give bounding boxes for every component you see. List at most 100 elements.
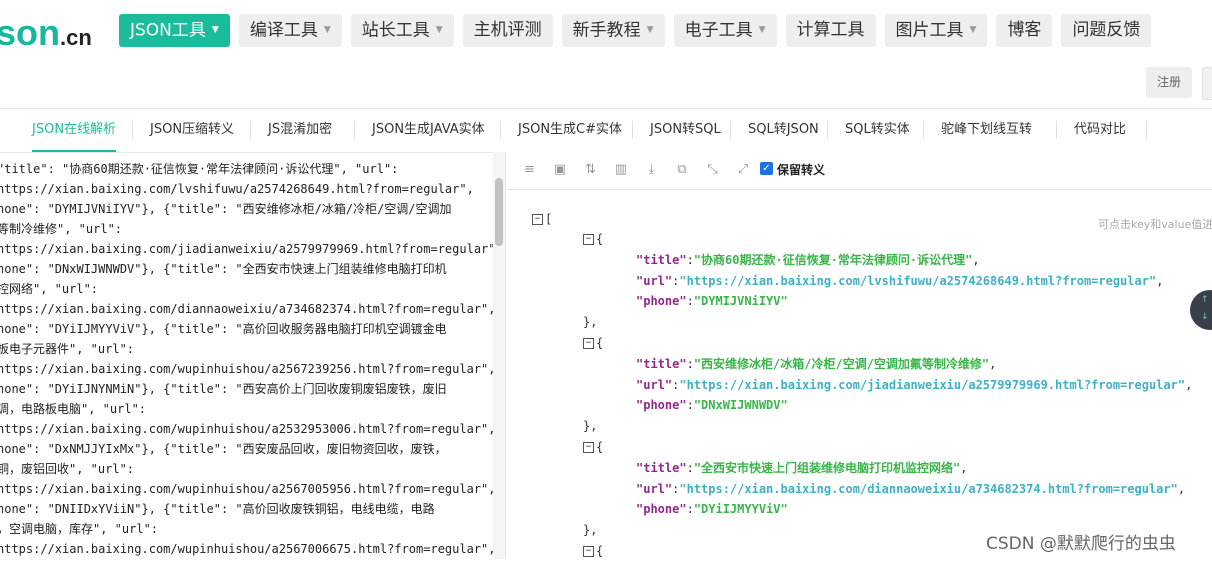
raw-line: 控网络", "url": [0, 282, 99, 296]
value-url[interactable]: "https://xian.baixing.com/diannaoweixiu/… [679, 482, 1178, 496]
key-url[interactable]: "url" [636, 482, 672, 496]
colon: : [686, 294, 694, 309]
caret-down-icon: ▼ [646, 25, 654, 35]
nav-item-label: 站长工具 [361, 20, 430, 41]
nav-item-6[interactable]: 计算工具 [785, 14, 876, 47]
input-scrollbar[interactable] [493, 152, 505, 559]
key-phone[interactable]: "phone" [636, 398, 687, 412]
key-title[interactable]: "title" [636, 253, 687, 267]
caret-down-icon: ▼ [435, 25, 443, 35]
raw-line: hone": "DYiIJMYYViV"}, {"title": "高价回收服务… [0, 322, 447, 336]
open-brace: { [596, 232, 604, 246]
close-brace: }, [583, 523, 598, 538]
colon: : [686, 460, 694, 475]
key-url[interactable]: "url" [636, 378, 672, 392]
tab-separator [923, 121, 924, 139]
open-brace: { [596, 336, 604, 350]
tool-tabs: JSON在线解析 JSON压缩转义 JS混淆加密 JSON生成JAVA实体 JSON生成… [0, 108, 1212, 153]
kv-title: "title":"西安维修冰柜/冰箱/冷柜/空调/空调加氟等制冷维修", [636, 354, 996, 374]
main-nav: JSON工具 ▼ 编译工具 ▼ 站长工具 ▼ 主机评测 新手教程 ▼ 电子工具 ▼ 计算工具 图片工具 ▼… [119, 14, 1152, 47]
nav-item-3[interactable]: 主机评测 [462, 14, 553, 47]
tab-7[interactable]: SQL转实体 [845, 108, 910, 152]
value-url[interactable]: "https://xian.baixing.com/lvshifuwu/a257… [679, 274, 1156, 288]
nav-item-0[interactable]: JSON工具 ▼ [119, 14, 230, 47]
nav-item-label: 博客 [1007, 20, 1042, 40]
value-title[interactable]: "协商60期还款·征信恢复·常年法律顾问·诉讼代理" [694, 253, 973, 267]
caret-down-icon: ▼ [323, 25, 331, 35]
json-input-panel[interactable]: "title": "协商60期还款·征信恢复·常年法律顾问·诉讼代理", "ur… [0, 152, 506, 559]
raw-line: "title": "协商60期还款·征信恢复·常年法律顾问·诉讼代理", "ur… [0, 162, 399, 176]
nav-item-9[interactable]: 问题反馈 [1061, 14, 1152, 47]
excel-icon[interactable]: ▣ [553, 162, 568, 177]
keep-escape-checkbox[interactable]: ✓ [760, 162, 773, 175]
kv-title: "title":"协商60期还款·征信恢复·常年法律顾问·诉讼代理", [636, 250, 980, 270]
value-phone[interactable]: "DYiIJMYYViV" [694, 502, 788, 516]
collapse-toggle-icon[interactable]: − [583, 338, 594, 349]
value-phone[interactable]: "DYMIJVNiIYV" [694, 294, 788, 308]
register-button[interactable]: 注册 [1146, 67, 1192, 98]
nav-item-label: 图片工具 [895, 20, 964, 41]
nav-item-8[interactable]: 博客 [996, 14, 1053, 47]
raw-line: 铜，废铝回收", "url": [0, 462, 135, 476]
nav-item-1[interactable]: 编译工具 ▼ [238, 14, 342, 47]
key-title[interactable]: "title" [636, 357, 687, 371]
trash-icon[interactable]: ▥ [614, 162, 629, 177]
kv-title: "title":"全西安市快速上门组装维修电脑打印机监控网络", [636, 458, 968, 478]
value-phone[interactable]: "DNxWIJWNWDV" [694, 398, 788, 412]
object-open: −{ [583, 541, 603, 561]
json-tree: −[−{"title":"协商60期还款·征信恢复·常年法律顾问·诉讼代理", "… [506, 190, 1212, 559]
comma: , [972, 252, 980, 267]
arrow-up-icon[interactable]: ↑ [1201, 295, 1209, 305]
tab-separator [827, 121, 828, 139]
tab-separator [132, 121, 133, 139]
site-logo[interactable]: son.cn [0, 12, 92, 54]
nav-item-label: 问题反馈 [1072, 20, 1141, 40]
tab-1[interactable]: JSON压缩转义 [150, 108, 234, 152]
tab-9[interactable]: 代码对比 [1074, 108, 1126, 152]
key-phone[interactable]: "phone" [636, 502, 687, 516]
nav-item-5[interactable]: 电子工具 ▼ [673, 14, 777, 47]
key-phone[interactable]: "phone" [636, 294, 687, 308]
key-title[interactable]: "title" [636, 461, 687, 475]
arrow-down-icon[interactable]: ↓ [1201, 312, 1209, 322]
tab-4[interactable]: JSON生成C#实体 [518, 108, 622, 152]
expand-icon[interactable]: ⤢ [736, 162, 751, 177]
tab-6[interactable]: SQL转JSON [748, 108, 819, 152]
tab-8[interactable]: 驼峰下划线互转 [941, 108, 1032, 152]
tab-2[interactable]: JS混淆加密 [268, 108, 332, 152]
raw-line: https://xian.baixing.com/wupinhuishou/a2… [0, 422, 496, 436]
caret-down-icon: ▼ [969, 25, 977, 35]
copy-icon[interactable]: ⧉ [675, 162, 690, 177]
json-input-text[interactable]: "title": "协商60期还款·征信恢复·常年法律顾问·诉讼代理", "ur… [0, 159, 503, 559]
tab-separator [354, 121, 355, 139]
nav-item-2[interactable]: 站长工具 ▼ [350, 14, 454, 47]
tab-0[interactable]: JSON在线解析 [32, 108, 117, 152]
keep-escape-label[interactable]: 保留转义 [777, 161, 825, 178]
nav-item-4[interactable]: 新手教程 ▼ [561, 14, 665, 47]
tab-5[interactable]: JSON转SQL [650, 108, 721, 152]
database-icon[interactable]: ≡ [522, 162, 537, 177]
sort-icon[interactable]: ⇅ [583, 162, 598, 177]
close-brace: }, [583, 419, 598, 434]
raw-line: hone": "DNIIDxYViiN"}, {"title": "高价回收废铁… [0, 502, 435, 516]
key-url[interactable]: "url" [636, 274, 672, 288]
collapse-icon[interactable]: ⤡ [705, 162, 720, 177]
collapse-toggle-icon[interactable]: − [583, 234, 594, 245]
login-button[interactable] [1202, 67, 1212, 100]
collapse-toggle-icon[interactable]: − [583, 546, 594, 557]
value-title[interactable]: "全西安市快速上门组装维修电脑打印机监控网络" [694, 461, 960, 475]
root-open: −[ [532, 209, 552, 229]
tab-3[interactable]: JSON生成JAVA实体 [372, 108, 485, 152]
scrollbar-thumb[interactable] [495, 178, 503, 246]
raw-line: hone": "DNxWIJWNWDV"}, {"title": "全西安市快速… [0, 262, 447, 276]
value-url[interactable]: "https://xian.baixing.com/jiadianweixiu/… [679, 378, 1185, 392]
download-icon[interactable]: ⤓ [644, 162, 659, 177]
raw-line: https://xian.baixing.com/wupinhuishou/a2… [0, 362, 496, 376]
value-title[interactable]: "西安维修冰柜/冰箱/冷柜/空调/空调加氟等制冷维修" [694, 357, 989, 371]
nav-item-7[interactable]: 图片工具 ▼ [884, 14, 988, 47]
raw-line: https://xian.baixing.com/lvshifuwu/a2574… [0, 182, 474, 196]
collapse-toggle-icon[interactable]: − [532, 214, 543, 225]
kv-phone: "phone":"DYiIJMYYViV" [636, 499, 788, 519]
collapse-toggle-icon[interactable]: − [583, 442, 594, 453]
object-close: }, [583, 416, 597, 436]
